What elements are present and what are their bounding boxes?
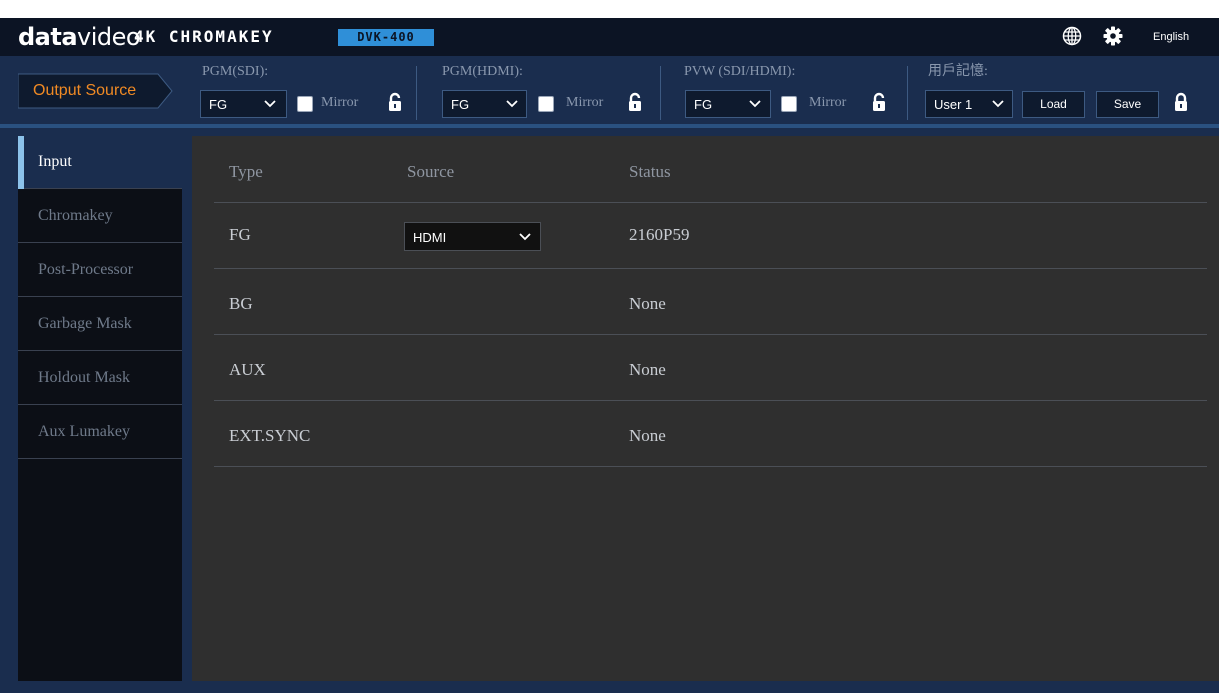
row-fg-type: FG bbox=[229, 225, 251, 244]
top-header-bar: datavideo 4K CHROMAKEY DVK-400 English bbox=[0, 18, 1219, 56]
user-memory-select[interactable]: User 1 bbox=[925, 90, 1013, 118]
sidebar-item-aux-lumakey[interactable]: Aux Lumakey bbox=[18, 406, 182, 459]
chevron-down-icon bbox=[749, 100, 761, 108]
product-title: 4K CHROMAKEY bbox=[134, 27, 274, 46]
row-aux-type: AUX bbox=[229, 360, 266, 379]
pgm-sdi-title: PGM(SDI): bbox=[202, 64, 269, 79]
sidebar-item-post-processor[interactable]: Post-Processor bbox=[18, 244, 182, 297]
pvw-value: FG bbox=[694, 97, 713, 112]
row-aux-status: None bbox=[629, 360, 666, 379]
sidebar-item-input[interactable]: Input bbox=[18, 136, 182, 189]
column-header-type: Type bbox=[229, 162, 263, 181]
chevron-down-icon bbox=[506, 100, 518, 108]
globe-icon[interactable] bbox=[1062, 26, 1082, 46]
sidebar-item-chromakey[interactable]: Chromakey bbox=[18, 190, 182, 243]
language-selector[interactable]: English bbox=[1153, 30, 1189, 44]
save-button[interactable]: Save bbox=[1096, 91, 1159, 118]
frame-border bbox=[18, 128, 1219, 136]
pvw-title: PVW (SDI/HDMI): bbox=[684, 64, 796, 79]
row-fg-status: 2160P59 bbox=[629, 225, 690, 244]
sidebar-item-label: Aux Lumakey bbox=[38, 423, 130, 440]
gear-icon[interactable] bbox=[1103, 26, 1123, 46]
fg-source-value: HDMI bbox=[413, 230, 447, 245]
sidebar-item-label: Post-Processor bbox=[38, 261, 134, 278]
pvw-mirror-checkbox[interactable] bbox=[781, 96, 797, 112]
sidebar-item-label: Holdout Mask bbox=[38, 369, 130, 386]
column-header-source: Source bbox=[407, 162, 455, 181]
sidebar-nav: Input Chromakey Post-Processor Garbage M… bbox=[18, 136, 182, 681]
sidebar-item-garbage-mask[interactable]: Garbage Mask bbox=[18, 298, 182, 351]
fg-source-select[interactable]: HDMI bbox=[404, 222, 541, 251]
datavideo-logo: datavideo bbox=[18, 22, 141, 52]
pgm-hdmi-value: FG bbox=[451, 97, 470, 112]
sidebar-item-label: Chromakey bbox=[38, 207, 113, 224]
chevron-down-icon bbox=[992, 100, 1004, 108]
sidebar-item-holdout-mask[interactable]: Holdout Mask bbox=[18, 352, 182, 405]
lock-icon[interactable] bbox=[628, 92, 642, 112]
lock-icon[interactable] bbox=[1174, 92, 1188, 112]
group-divider bbox=[660, 66, 661, 120]
model-badge: DVK-400 bbox=[338, 29, 434, 46]
row-divider bbox=[214, 268, 1207, 269]
pgm-sdi-mirror-checkbox[interactable] bbox=[297, 96, 313, 112]
chevron-down-icon bbox=[264, 100, 276, 108]
frame-border bbox=[0, 128, 18, 681]
logo-text-light: video bbox=[77, 23, 141, 51]
group-divider bbox=[416, 66, 417, 120]
logo-text-bold: data bbox=[18, 23, 78, 51]
row-divider bbox=[214, 334, 1207, 335]
row-bg-type: BG bbox=[229, 294, 253, 313]
row-divider bbox=[214, 202, 1207, 203]
lock-icon[interactable] bbox=[872, 92, 886, 112]
frame-border bbox=[182, 128, 192, 681]
row-ext-sync-status: None bbox=[629, 426, 666, 445]
row-bg-status: None bbox=[629, 294, 666, 313]
user-memory-value: User 1 bbox=[934, 97, 973, 112]
pgm-hdmi-title: PGM(HDMI): bbox=[442, 64, 523, 79]
pgm-hdmi-mirror-checkbox[interactable] bbox=[538, 96, 554, 112]
pgm-sdi-value: FG bbox=[209, 97, 228, 112]
row-ext-sync-type: EXT.SYNC bbox=[229, 426, 311, 445]
pgm-hdmi-mirror-label: Mirror bbox=[566, 95, 604, 110]
row-divider bbox=[214, 400, 1207, 401]
pvw-mirror-label: Mirror bbox=[809, 95, 847, 110]
sidebar-item-label: Input bbox=[38, 153, 72, 170]
active-indicator bbox=[18, 136, 24, 189]
lock-icon[interactable] bbox=[388, 92, 402, 112]
load-button[interactable]: Load bbox=[1022, 91, 1085, 118]
group-divider bbox=[907, 66, 908, 120]
input-panel bbox=[192, 136, 1219, 681]
output-source-label: Output Source bbox=[33, 82, 137, 99]
pvw-select[interactable]: FG bbox=[685, 90, 771, 118]
frame-border bbox=[0, 681, 1219, 693]
pgm-hdmi-select[interactable]: FG bbox=[442, 90, 527, 118]
sidebar-item-label: Garbage Mask bbox=[38, 315, 132, 332]
pgm-sdi-select[interactable]: FG bbox=[200, 90, 287, 118]
user-memory-title: 用戶記憶: bbox=[928, 64, 988, 79]
pgm-sdi-mirror-label: Mirror bbox=[321, 95, 359, 110]
row-divider bbox=[214, 466, 1207, 467]
column-header-status: Status bbox=[629, 162, 671, 181]
chevron-down-icon bbox=[519, 233, 531, 241]
output-source-tab[interactable]: Output Source bbox=[18, 70, 176, 112]
